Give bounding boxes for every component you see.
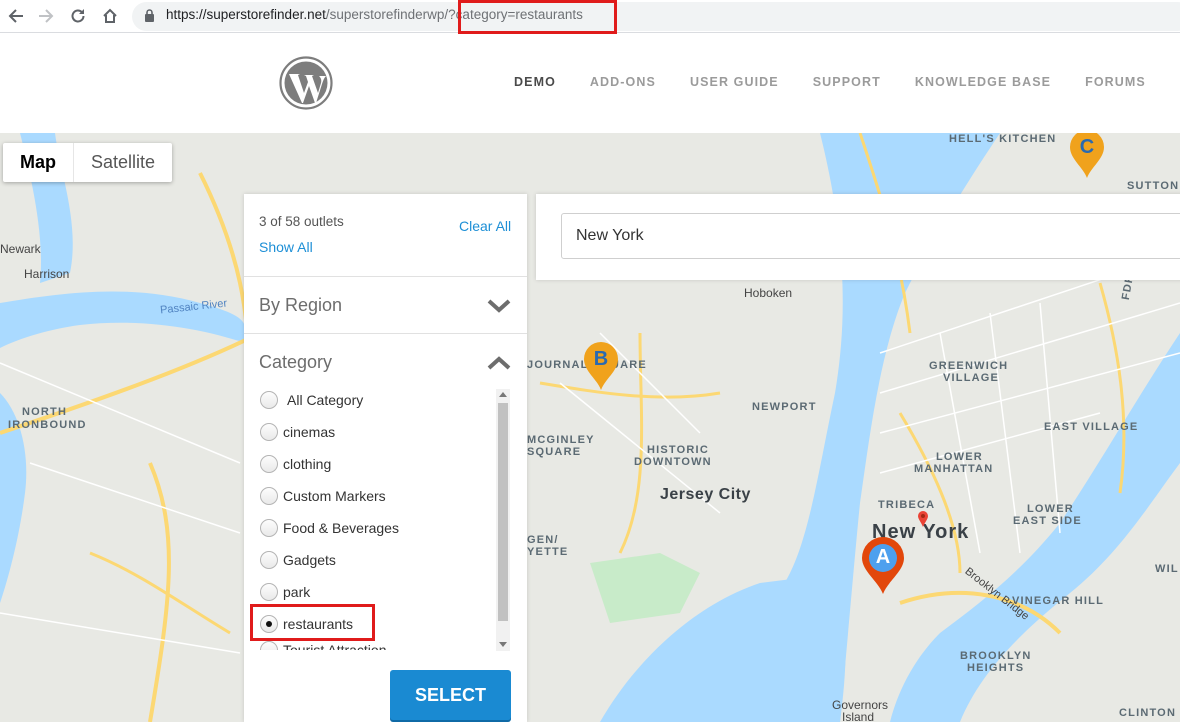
scroll-up-icon[interactable] (499, 392, 507, 397)
map-label: Jersey City (660, 486, 751, 503)
scroll-thumb[interactable] (498, 403, 508, 621)
map-label: GEN/ (527, 534, 559, 546)
map-label: EAST VILLAGE (1044, 421, 1139, 433)
category-option[interactable]: All Category (260, 389, 363, 411)
map-label: VINEGAR HILL (1012, 595, 1105, 607)
map-label: LOWER (936, 451, 983, 463)
scroll-down-icon[interactable] (499, 642, 507, 647)
category-option[interactable]: Gadgets (260, 549, 336, 571)
category-label: cinemas (283, 424, 336, 440)
category-section-title[interactable]: Category (259, 352, 332, 373)
forward-icon[interactable] (34, 4, 58, 28)
search-panel: New York (536, 194, 1180, 280)
menu-item-knowledge-base[interactable]: KNOWLEDGE BASE (915, 75, 1051, 89)
map-type-satellite-button[interactable]: Satellite (74, 143, 172, 182)
category-label: Gadgets (283, 552, 336, 568)
menu-item-demo[interactable]: DEMO (514, 75, 556, 89)
category-label: Custom Markers (283, 488, 386, 504)
category-label: Food & Beverages (283, 520, 399, 536)
menu-item-forums[interactable]: FORUMS (1085, 75, 1146, 89)
lock-icon (144, 9, 155, 27)
map-label: MCGINLEY (527, 434, 595, 446)
show-all-link[interactable]: Show All (259, 239, 313, 255)
select-button[interactable]: SELECT (390, 670, 511, 720)
map-marker-b[interactable]: B (582, 341, 620, 391)
clear-all-link[interactable]: Clear All (459, 218, 511, 234)
marker-letter: A (875, 546, 891, 568)
map-label: Island (842, 710, 875, 722)
reload-icon[interactable] (66, 4, 90, 28)
filter-panel: 3 of 58 outlets Show All Clear All By Re… (244, 194, 527, 722)
category-label: park (283, 584, 311, 600)
map-label: VILLAGE (943, 372, 1000, 384)
map-label: HISTORIC (647, 444, 709, 456)
map-type-map-button[interactable]: Map (3, 143, 74, 182)
radio-button[interactable] (260, 583, 278, 601)
map-label: YETTE (527, 546, 569, 558)
home-icon[interactable] (98, 4, 122, 28)
map-label: NEWPORT (752, 401, 817, 413)
browser-toolbar: https://superstorefinder.net/superstoref… (0, 0, 1180, 34)
menu-item-user-guide[interactable]: USER GUIDE (690, 75, 779, 89)
map-label: BROOKLYN (960, 650, 1032, 662)
radio-button[interactable] (260, 391, 278, 409)
divider (244, 276, 527, 277)
location-pin-icon[interactable] (917, 510, 929, 528)
outlet-count: 3 of 58 outlets (259, 214, 344, 229)
location-search-input[interactable]: New York (561, 213, 1180, 259)
menu-item-addons[interactable]: ADD-ONS (590, 75, 656, 89)
category-label: Tourist Attraction (283, 642, 387, 650)
category-option[interactable]: Custom Markers (260, 485, 386, 507)
wordpress-logo-icon[interactable] (279, 56, 333, 110)
map-label: EAST SIDE (1013, 515, 1082, 527)
divider (244, 333, 527, 334)
map-label: IRONBOUND (8, 419, 87, 431)
map-label: GREENWICH (929, 360, 1009, 372)
region-section-title[interactable]: By Region (259, 295, 342, 316)
main-menu: DEMO ADD-ONS USER GUIDE SUPPORT KNOWLEDG… (514, 75, 1180, 89)
marker-letter: C (1079, 136, 1095, 158)
marker-letter: B (593, 348, 609, 370)
map-label: WIL (1155, 563, 1179, 575)
category-option[interactable]: park (260, 581, 310, 603)
map-label: CLINTON (1119, 707, 1177, 719)
radio-button[interactable] (260, 551, 278, 569)
category-option[interactable]: Food & Beverages (260, 517, 399, 539)
chevron-down-icon[interactable] (487, 299, 511, 318)
map-label: HEIGHTS (967, 662, 1025, 674)
map-label: NORTH (22, 406, 68, 418)
map-label: MANHATTAN (914, 463, 994, 475)
map-label: SUTTON (1127, 180, 1180, 192)
radio-button[interactable] (260, 423, 278, 441)
radio-button[interactable] (260, 455, 278, 473)
category-label: clothing (283, 456, 332, 472)
radio-button[interactable] (260, 487, 278, 505)
map-type-control: Map Satellite (3, 143, 173, 182)
map-label: DOWNTOWN (634, 456, 712, 468)
category-label: All Category (287, 392, 364, 408)
map-label: Hoboken (744, 286, 793, 300)
category-option[interactable]: cinemas (260, 421, 335, 443)
map-marker-c[interactable]: C (1068, 133, 1106, 179)
map-label: Newark (0, 242, 41, 256)
map-label: Harrison (24, 267, 70, 281)
category-scrollbar[interactable] (496, 389, 510, 651)
url-host: https://superstorefinder.net (166, 7, 326, 22)
back-icon[interactable] (4, 4, 28, 28)
map-marker-a[interactable]: A (860, 537, 906, 595)
map-label: LOWER (1027, 503, 1074, 515)
radio-button[interactable] (260, 519, 278, 537)
url-path: /superstorefinderwp/ (325, 7, 449, 22)
selected-category-highlight-box (250, 604, 375, 641)
map-label: SQUARE (527, 446, 582, 458)
map-label: HELL'S KITCHEN (949, 133, 1057, 145)
chevron-up-icon[interactable] (487, 356, 511, 375)
radio-button[interactable] (260, 641, 278, 650)
menu-item-support[interactable]: SUPPORT (813, 75, 881, 89)
url-query-highlight-box (458, 0, 617, 34)
category-option[interactable]: clothing (260, 453, 331, 475)
site-header: DEMO ADD-ONS USER GUIDE SUPPORT KNOWLEDG… (0, 34, 1180, 133)
